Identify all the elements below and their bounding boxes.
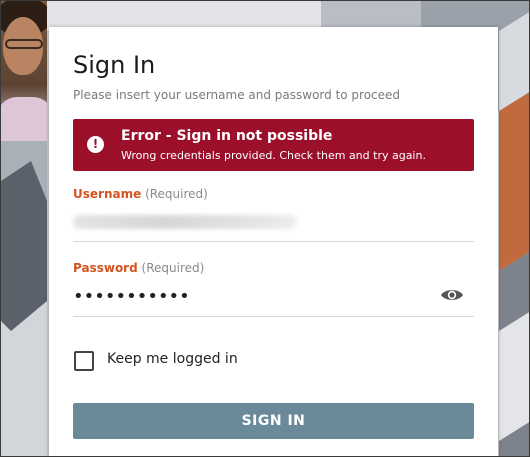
error-message: Wrong credentials provided. Check them a… <box>121 149 426 162</box>
username-label: Username (Required) <box>73 187 208 201</box>
password-label-text: Password <box>73 261 138 275</box>
password-field[interactable]: ••••••••••• <box>73 282 474 317</box>
keep-logged-in-checkbox[interactable] <box>74 351 94 371</box>
alert-circle-icon: ! <box>87 136 104 153</box>
page-subtitle: Please insert your username and password… <box>73 88 401 102</box>
sign-in-button[interactable]: SIGN IN <box>73 403 474 439</box>
username-required-text: (Required) <box>145 187 208 201</box>
password-label: Password (Required) <box>73 261 204 275</box>
password-value: ••••••••••• <box>73 286 190 307</box>
page-frame: Sign In Please insert your username and … <box>0 0 530 457</box>
error-title: Error - Sign in not possible <box>121 128 333 144</box>
username-label-text: Username <box>73 187 142 201</box>
eye-icon[interactable] <box>440 287 464 303</box>
page-title: Sign In <box>73 51 156 79</box>
username-field[interactable] <box>73 207 474 242</box>
photo-glasses <box>5 39 43 49</box>
password-required-text: (Required) <box>141 261 205 275</box>
keep-logged-in-label[interactable]: Keep me logged in <box>107 351 238 367</box>
username-blurred-value <box>73 215 297 229</box>
error-banner: ! Error - Sign in not possible Wrong cre… <box>73 119 474 171</box>
signin-card: Sign In Please insert your username and … <box>49 27 498 456</box>
user-photo <box>1 1 47 141</box>
photo-shirt <box>1 97 47 141</box>
